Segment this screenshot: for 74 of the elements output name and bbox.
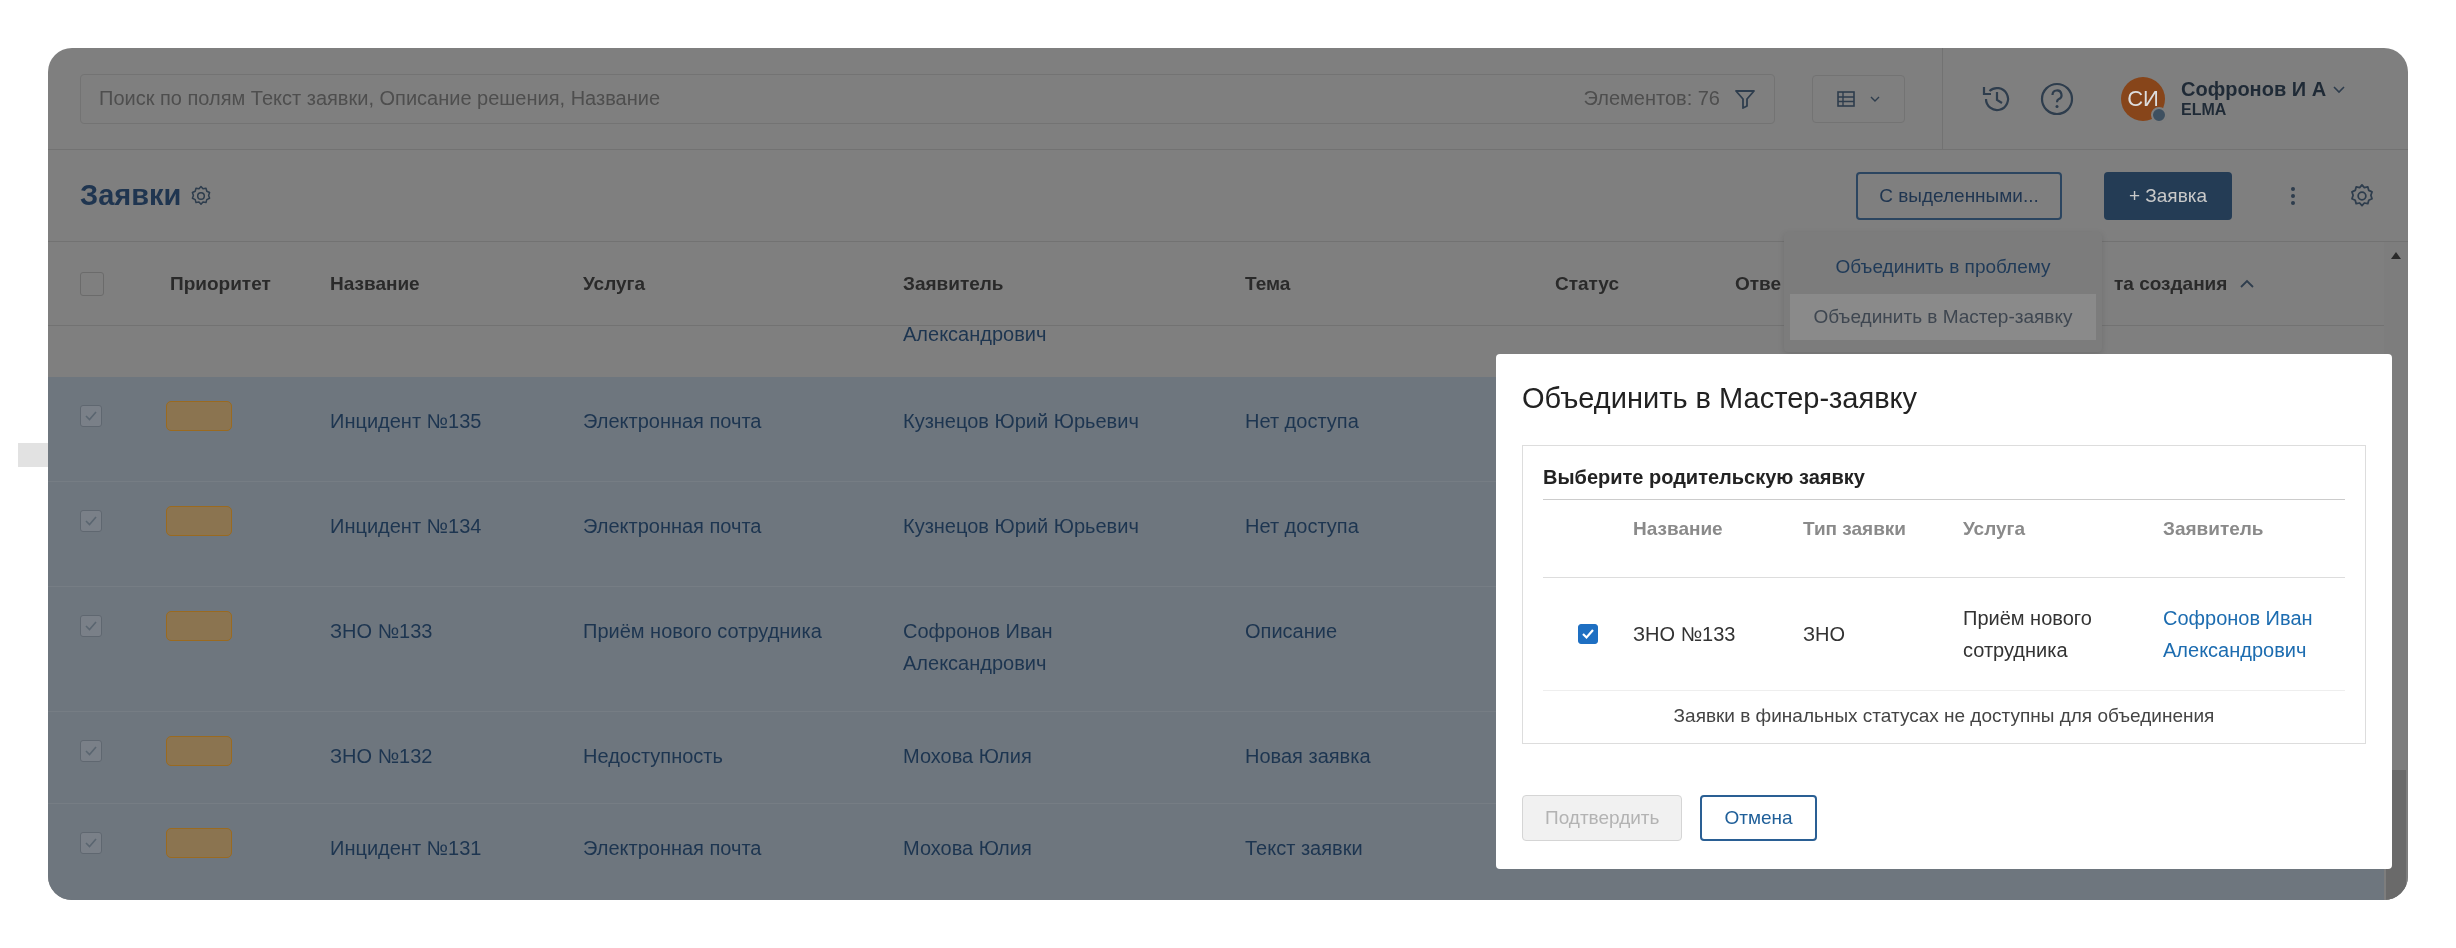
request-name-cell: ЗНО №133 [1633, 623, 1736, 645]
section-title: Выберите родительскую заявку [1543, 466, 2345, 500]
topic-cell: Нет доступа [1245, 515, 1359, 537]
service-cell-text: Приём нового сотрудника [1963, 606, 2093, 663]
column-header[interactable]: Отве [1735, 272, 1782, 295]
user-avatar[interactable]: СИ [2121, 76, 2165, 121]
dialog-title: Объединить в Мастер-заявку [1522, 382, 1919, 415]
topic-cell: Описание [1245, 620, 1338, 642]
view-switch-button[interactable] [1812, 74, 1905, 123]
row-checkbox[interactable] [1578, 624, 1598, 644]
applicant-cell[interactable]: Кузнецов Юрий Юрьевич [903, 510, 1143, 542]
applicant-cell[interactable]: Мохова Юлия [903, 832, 1143, 864]
priority-tag [166, 506, 232, 536]
caret-icon [1868, 94, 1881, 103]
checkmark-icon [84, 837, 98, 849]
checkmark-icon [84, 745, 98, 757]
applicant-cell[interactable]: Софронов Иван Александрович [903, 615, 1143, 679]
sort-icon[interactable] [2239, 278, 2256, 289]
request-name-cell[interactable]: Инцидент №131 [330, 837, 482, 859]
more-icon[interactable] [2290, 184, 2296, 207]
applicant-cell[interactable]: Мохова Юлия [903, 740, 1143, 772]
applicant-cell[interactable]: Александрович [903, 323, 1047, 345]
caret-icon[interactable] [2332, 84, 2347, 95]
table-icon [1836, 90, 1855, 107]
priority-tag [166, 611, 232, 641]
request-name-cell[interactable]: ЗНО №133 [330, 620, 433, 642]
type-cell: ЗНО [1803, 623, 1846, 645]
column-header[interactable]: Название [330, 272, 420, 295]
column-header[interactable]: Заявитель [903, 272, 1004, 295]
scroll-up-icon[interactable] [2390, 250, 2402, 260]
request-name-cell[interactable]: Инцидент №135 [330, 410, 482, 432]
row-checkbox[interactable] [80, 832, 102, 854]
row-checkbox[interactable] [80, 510, 102, 532]
column-header[interactable]: Услуга [583, 272, 646, 295]
service-cell[interactable]: Электронная почта [583, 837, 762, 859]
request-name-cell[interactable]: Инцидент №134 [330, 515, 482, 537]
service-cell[interactable]: Недоступность [583, 745, 723, 767]
menu-item[interactable]: Объединить в Мастер-заявку [1790, 294, 2096, 340]
service-cell[interactable]: Приём нового сотрудника [583, 620, 822, 642]
column-header: Услуга [1963, 518, 2027, 540]
priority-tag [166, 828, 232, 858]
organization-name: ELMA [2181, 101, 2228, 119]
column-header[interactable]: та создания [2114, 272, 2256, 295]
row-checkbox[interactable] [80, 615, 102, 637]
column-header: Тип заявки [1803, 518, 1907, 539]
column-header[interactable]: Статус [1555, 272, 1620, 295]
topic-cell: Нет доступа [1245, 410, 1359, 432]
row-checkbox[interactable] [80, 740, 102, 762]
checkmark-icon [84, 410, 98, 422]
column-header[interactable]: Тема [1245, 272, 1291, 295]
checkmark-icon [1581, 628, 1595, 640]
service-cell[interactable]: Электронная почта [583, 410, 762, 432]
column-header: Название [1633, 518, 1723, 539]
priority-tag [166, 736, 232, 766]
priority-tag [166, 401, 232, 431]
request-name-cell[interactable]: ЗНО №132 [330, 745, 433, 767]
page-title: Заявки [80, 179, 182, 212]
cancel-button[interactable]: Отмена [1700, 795, 1817, 841]
topic-cell: Новая заявка [1245, 745, 1371, 767]
column-header[interactable]: Приоритет [170, 272, 271, 295]
applicant-link[interactable]: Софронов Иван Александрович [2163, 602, 2333, 666]
column-header: Заявитель [2163, 518, 2264, 539]
bulk-actions-button[interactable]: С выделенными... [1856, 171, 2062, 220]
checkmark-icon [84, 620, 98, 632]
menu-item[interactable]: Объединить в проблему [1784, 244, 2102, 290]
checkmark-icon [84, 515, 98, 527]
user-name[interactable]: Софронов И А [2181, 78, 2327, 101]
filter-icon[interactable] [1734, 87, 1756, 110]
row-checkbox[interactable] [80, 405, 102, 427]
service-cell[interactable]: Электронная почта [583, 515, 762, 537]
create-request-button[interactable]: + Заявка [2104, 171, 2232, 220]
help-icon[interactable] [2039, 80, 2075, 117]
topic-cell: Текст заявки [1245, 837, 1363, 859]
applicant-cell[interactable]: Кузнецов Юрий Юрьевич [903, 405, 1143, 437]
